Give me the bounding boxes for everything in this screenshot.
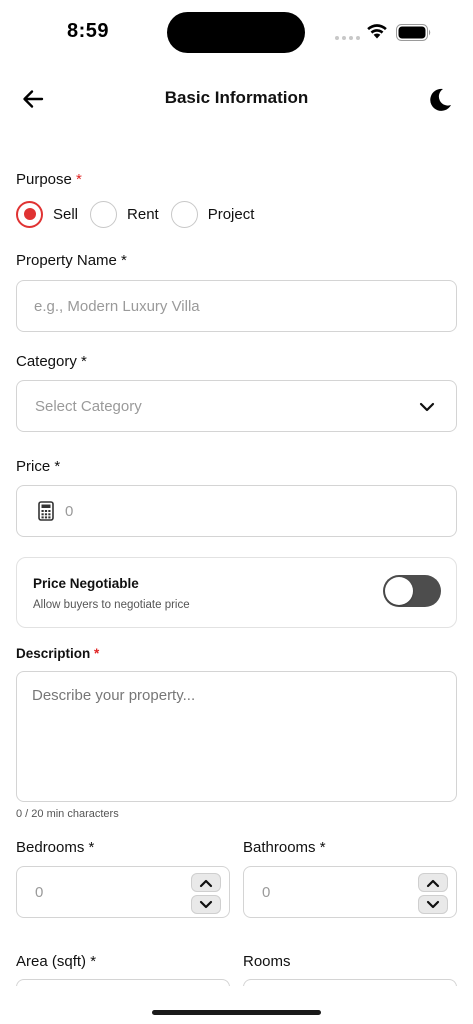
chevron-up-icon bbox=[426, 879, 440, 887]
bedrooms-stepper[interactable] bbox=[16, 866, 230, 918]
required-mark: * bbox=[319, 839, 326, 856]
category-select-value: Select Category bbox=[35, 398, 142, 415]
back-button[interactable] bbox=[18, 84, 48, 114]
required-mark: * bbox=[121, 252, 127, 269]
wifi-icon bbox=[367, 24, 387, 39]
chevron-down-icon bbox=[419, 402, 435, 412]
price-field[interactable] bbox=[16, 485, 457, 537]
price-label: Price * bbox=[16, 458, 61, 475]
required-mark: * bbox=[76, 171, 82, 188]
home-indicator bbox=[152, 1010, 321, 1015]
purpose-option-rent[interactable]: Rent bbox=[90, 200, 159, 228]
price-input[interactable] bbox=[65, 486, 445, 536]
toggle-knob bbox=[385, 577, 413, 605]
radio-label: Rent bbox=[127, 205, 159, 223]
chevron-down-icon bbox=[426, 900, 440, 908]
bathrooms-decrement-button[interactable] bbox=[418, 895, 448, 914]
bottom-safe-area bbox=[0, 986, 473, 1024]
radio-label: Project bbox=[207, 205, 255, 223]
bedrooms-input[interactable] bbox=[35, 867, 185, 917]
purpose-radio-group: Sell Rent Project bbox=[16, 200, 266, 228]
radio-label: Sell bbox=[53, 205, 79, 223]
status-time: 8:59 bbox=[67, 20, 110, 42]
battery-icon bbox=[396, 24, 431, 41]
arrow-left-icon bbox=[23, 90, 44, 108]
bathrooms-increment-button[interactable] bbox=[418, 873, 448, 892]
dynamic-island bbox=[167, 12, 305, 53]
bathrooms-stepper[interactable] bbox=[243, 866, 457, 918]
bedrooms-label: Bedrooms * bbox=[16, 839, 95, 856]
required-mark: * bbox=[90, 953, 97, 970]
bathrooms-input[interactable] bbox=[262, 867, 412, 917]
radio-button[interactable] bbox=[170, 200, 198, 228]
bedrooms-decrement-button[interactable] bbox=[191, 895, 221, 914]
theme-toggle-button[interactable] bbox=[424, 84, 456, 116]
description-char-count: 0 / 20 min characters bbox=[16, 808, 119, 820]
required-mark: * bbox=[88, 839, 95, 856]
page-title: Basic Information bbox=[164, 88, 309, 107]
radio-button[interactable] bbox=[90, 200, 118, 228]
required-mark: * bbox=[54, 458, 61, 475]
nav-bar: Basic Information bbox=[0, 78, 473, 118]
property-name-field[interactable] bbox=[16, 280, 457, 332]
description-field[interactable] bbox=[16, 671, 457, 802]
area-label: Area (sqft) * bbox=[16, 953, 97, 970]
moon-icon bbox=[430, 88, 451, 111]
calculator-icon bbox=[38, 501, 54, 521]
category-select[interactable]: Select Category bbox=[16, 380, 457, 432]
chevron-down-icon bbox=[199, 900, 213, 908]
required-mark: * bbox=[81, 353, 87, 370]
purpose-option-project[interactable]: Project bbox=[170, 200, 255, 228]
rooms-label: Rooms bbox=[243, 953, 291, 970]
description-label: Description * bbox=[16, 646, 100, 661]
price-negotiable-card: Price Negotiable Allow buyers to negotia… bbox=[16, 557, 457, 628]
property-name-input[interactable] bbox=[34, 281, 414, 331]
price-negotiable-title: Price Negotiable bbox=[33, 576, 139, 591]
signal-dots-icon bbox=[335, 36, 361, 40]
price-negotiable-subtitle: Allow buyers to negotiate price bbox=[33, 599, 190, 611]
required-mark: * bbox=[94, 646, 100, 661]
bedrooms-increment-button[interactable] bbox=[191, 873, 221, 892]
radio-button-checked[interactable] bbox=[16, 200, 43, 228]
price-negotiable-toggle[interactable] bbox=[383, 575, 441, 607]
purpose-option-sell[interactable]: Sell bbox=[16, 200, 79, 228]
status-bar: 8:59 bbox=[0, 0, 473, 64]
description-textarea[interactable] bbox=[32, 687, 437, 787]
property-name-label: Property Name * bbox=[16, 252, 127, 269]
chevron-up-icon bbox=[199, 879, 213, 887]
bathrooms-label: Bathrooms * bbox=[243, 839, 326, 856]
category-label: Category * bbox=[16, 353, 87, 370]
purpose-label: Purpose * bbox=[16, 171, 82, 188]
